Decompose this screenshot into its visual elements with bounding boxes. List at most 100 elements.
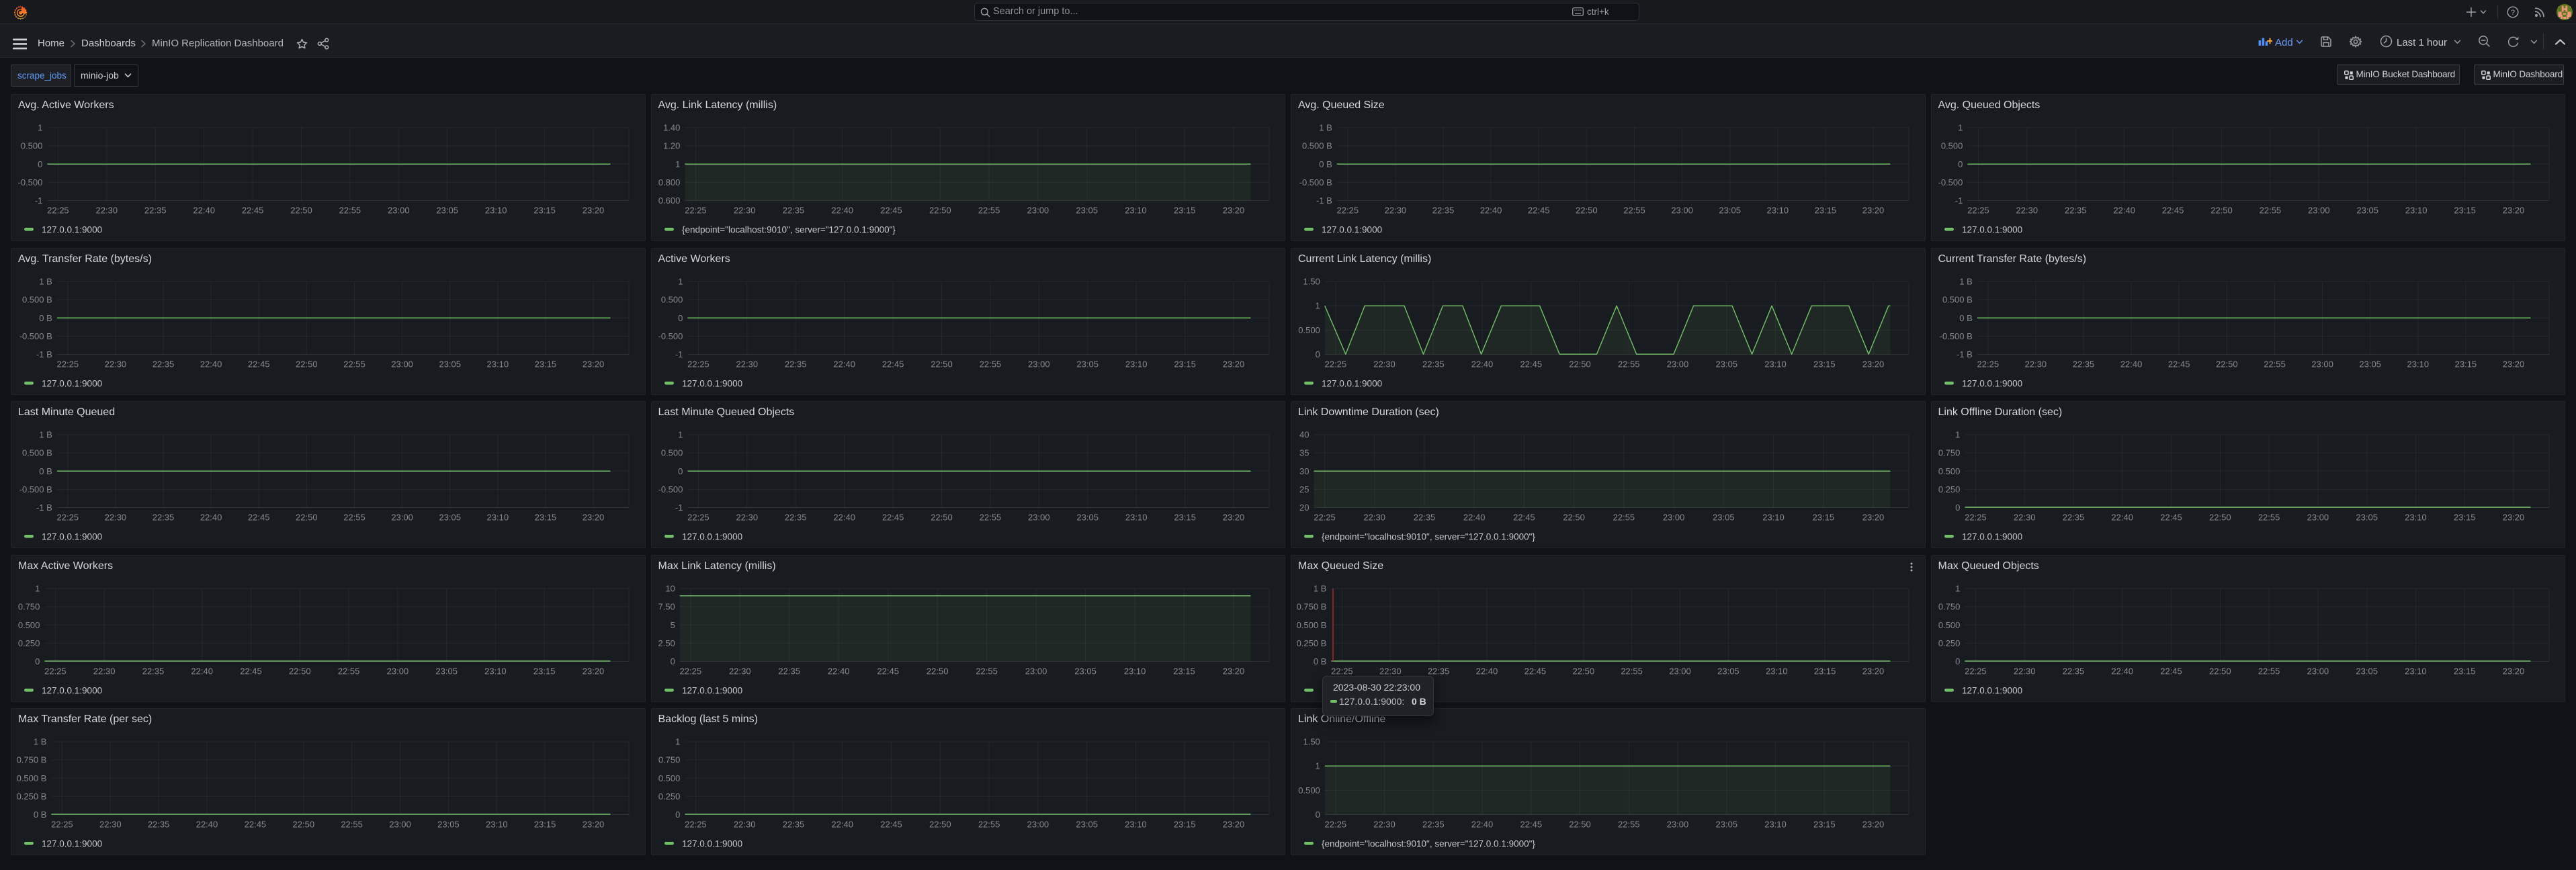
svg-text:23:05: 23:05 (1713, 513, 1735, 523)
svg-text:1: 1 (1958, 123, 1963, 133)
svg-text:23:15: 23:15 (1174, 359, 1196, 369)
svg-text:22:50: 22:50 (2209, 513, 2231, 523)
svg-text:22:55: 22:55 (979, 359, 1001, 369)
svg-text:23:20: 23:20 (1222, 206, 1244, 216)
svg-text:22:40: 22:40 (1480, 206, 1502, 216)
svg-text:22:25: 22:25 (51, 820, 73, 830)
svg-text:22:30: 22:30 (105, 513, 127, 523)
svg-text:0.750 B: 0.750 B (17, 755, 47, 765)
svg-text:22:40: 22:40 (833, 359, 855, 369)
svg-text:22:45: 22:45 (882, 359, 904, 369)
svg-text:22:35: 22:35 (784, 359, 806, 369)
svg-text:0 B: 0 B (1959, 312, 1973, 322)
svg-text:22:45: 22:45 (1525, 666, 1547, 676)
svg-text:22:55: 22:55 (1623, 206, 1645, 216)
svg-text:22:50: 22:50 (289, 666, 311, 676)
svg-text:-1: -1 (675, 503, 683, 513)
svg-text:22:55: 22:55 (2259, 206, 2281, 216)
svg-text:22:35: 22:35 (2064, 206, 2086, 216)
svg-text:22:45: 22:45 (2160, 513, 2182, 523)
svg-text:22:35: 22:35 (784, 513, 806, 523)
svg-text:0: 0 (670, 656, 675, 666)
svg-text:23:00: 23:00 (1028, 359, 1050, 369)
svg-text:22:35: 22:35 (1414, 513, 1436, 523)
svg-text:22:25: 22:25 (57, 513, 79, 523)
svg-text:22:50: 22:50 (931, 359, 953, 369)
svg-text:0.500: 0.500 (660, 294, 683, 304)
svg-text:23:00: 23:00 (1025, 666, 1047, 676)
svg-text:23:15: 23:15 (1813, 359, 1836, 369)
svg-text:1.40: 1.40 (663, 123, 680, 133)
svg-text:1.50: 1.50 (1303, 276, 1320, 286)
svg-text:22:45: 22:45 (880, 820, 902, 830)
svg-text:22:50: 22:50 (1573, 666, 1595, 676)
svg-text:127.0.0.1:9000: 127.0.0.1:9000 (42, 685, 102, 695)
svg-text:23:05: 23:05 (1717, 666, 1740, 676)
svg-text:22:35: 22:35 (2062, 513, 2084, 523)
svg-text:23:20: 23:20 (2502, 666, 2524, 676)
svg-text:22:25: 22:25 (687, 513, 710, 523)
svg-text:23:20: 23:20 (1222, 513, 1244, 523)
svg-text:22:55: 22:55 (341, 820, 363, 830)
svg-text:23:05: 23:05 (436, 206, 458, 216)
svg-text:23:00: 23:00 (2307, 513, 2329, 523)
svg-text:22:45: 22:45 (880, 206, 902, 216)
svg-text:23:15: 23:15 (2453, 513, 2475, 523)
svg-text:23:00: 23:00 (391, 513, 413, 523)
svg-text:23:05: 23:05 (1076, 206, 1098, 216)
svg-text:22:50: 22:50 (929, 206, 951, 216)
svg-text:23:10: 23:10 (1767, 206, 1789, 216)
svg-text:-1: -1 (675, 349, 683, 359)
svg-text:0.750: 0.750 (18, 601, 40, 611)
svg-text:0.500 B: 0.500 B (1297, 619, 1327, 629)
svg-text:22:40: 22:40 (1463, 513, 1486, 523)
svg-text:22:40: 22:40 (831, 820, 853, 830)
svg-text:22:55: 22:55 (978, 820, 1000, 830)
svg-text:22:25: 22:25 (687, 359, 710, 369)
svg-text:0.800: 0.800 (658, 177, 680, 187)
svg-text:23:10: 23:10 (2407, 359, 2429, 369)
svg-text:23:20: 23:20 (583, 820, 605, 830)
svg-text:23:10: 23:10 (485, 206, 507, 216)
svg-text:22:45: 22:45 (882, 513, 904, 523)
svg-text:0: 0 (675, 810, 680, 820)
svg-text:127.0.0.1:9000: 127.0.0.1:9000 (42, 225, 102, 235)
svg-text:22:50: 22:50 (296, 359, 318, 369)
svg-text:23:10: 23:10 (1125, 359, 1147, 369)
svg-text:23:00: 23:00 (1667, 359, 1689, 369)
svg-text:23:10: 23:10 (1764, 820, 1787, 830)
svg-text:-0.500: -0.500 (658, 484, 683, 494)
svg-text:22:50: 22:50 (926, 666, 948, 676)
svg-text:22:40: 22:40 (1471, 359, 1494, 369)
svg-text:0.500: 0.500 (1938, 466, 1960, 476)
svg-text:22:25: 22:25 (1337, 206, 1359, 216)
svg-text:23:00: 23:00 (1028, 513, 1050, 523)
svg-text:0 B: 0 B (39, 466, 52, 476)
svg-text:22:25: 22:25 (1314, 513, 1336, 523)
svg-text:127.0.0.1:9000: 127.0.0.1:9000 (682, 532, 742, 542)
svg-text:22:45: 22:45 (2161, 206, 2184, 216)
svg-text:0 B: 0 B (34, 810, 47, 820)
svg-text:22:45: 22:45 (245, 820, 267, 830)
svg-text:23:15: 23:15 (1815, 206, 1837, 216)
svg-text:22:55: 22:55 (1618, 359, 1640, 369)
svg-text:22:40: 22:40 (200, 513, 222, 523)
svg-text:22:40: 22:40 (2111, 513, 2133, 523)
svg-text:23:20: 23:20 (1862, 513, 1885, 523)
svg-text:22:30: 22:30 (2024, 359, 2047, 369)
svg-text:22:35: 22:35 (782, 820, 804, 830)
svg-text:22:25: 22:25 (47, 206, 69, 216)
svg-text:-0.500 B: -0.500 B (1939, 331, 1972, 341)
svg-text:22:50: 22:50 (1563, 513, 1585, 523)
svg-text:127.0.0.1:9000: 127.0.0.1:9000 (1322, 378, 1382, 388)
svg-text:23:10: 23:10 (1123, 666, 1146, 676)
svg-text:1: 1 (1316, 761, 1320, 771)
svg-text:25: 25 (1299, 484, 1309, 494)
svg-text:0.250: 0.250 (1938, 484, 1960, 494)
svg-text:22:25: 22:25 (685, 206, 707, 216)
svg-text:23:20: 23:20 (583, 666, 605, 676)
svg-text:22:30: 22:30 (1373, 820, 1396, 830)
svg-text:127.0.0.1:9000: 127.0.0.1:9000 (42, 839, 102, 849)
svg-text:{endpoint="localhost:9010", se: {endpoint="localhost:9010", server="127.… (682, 225, 896, 235)
svg-text:22:45: 22:45 (1513, 513, 1535, 523)
